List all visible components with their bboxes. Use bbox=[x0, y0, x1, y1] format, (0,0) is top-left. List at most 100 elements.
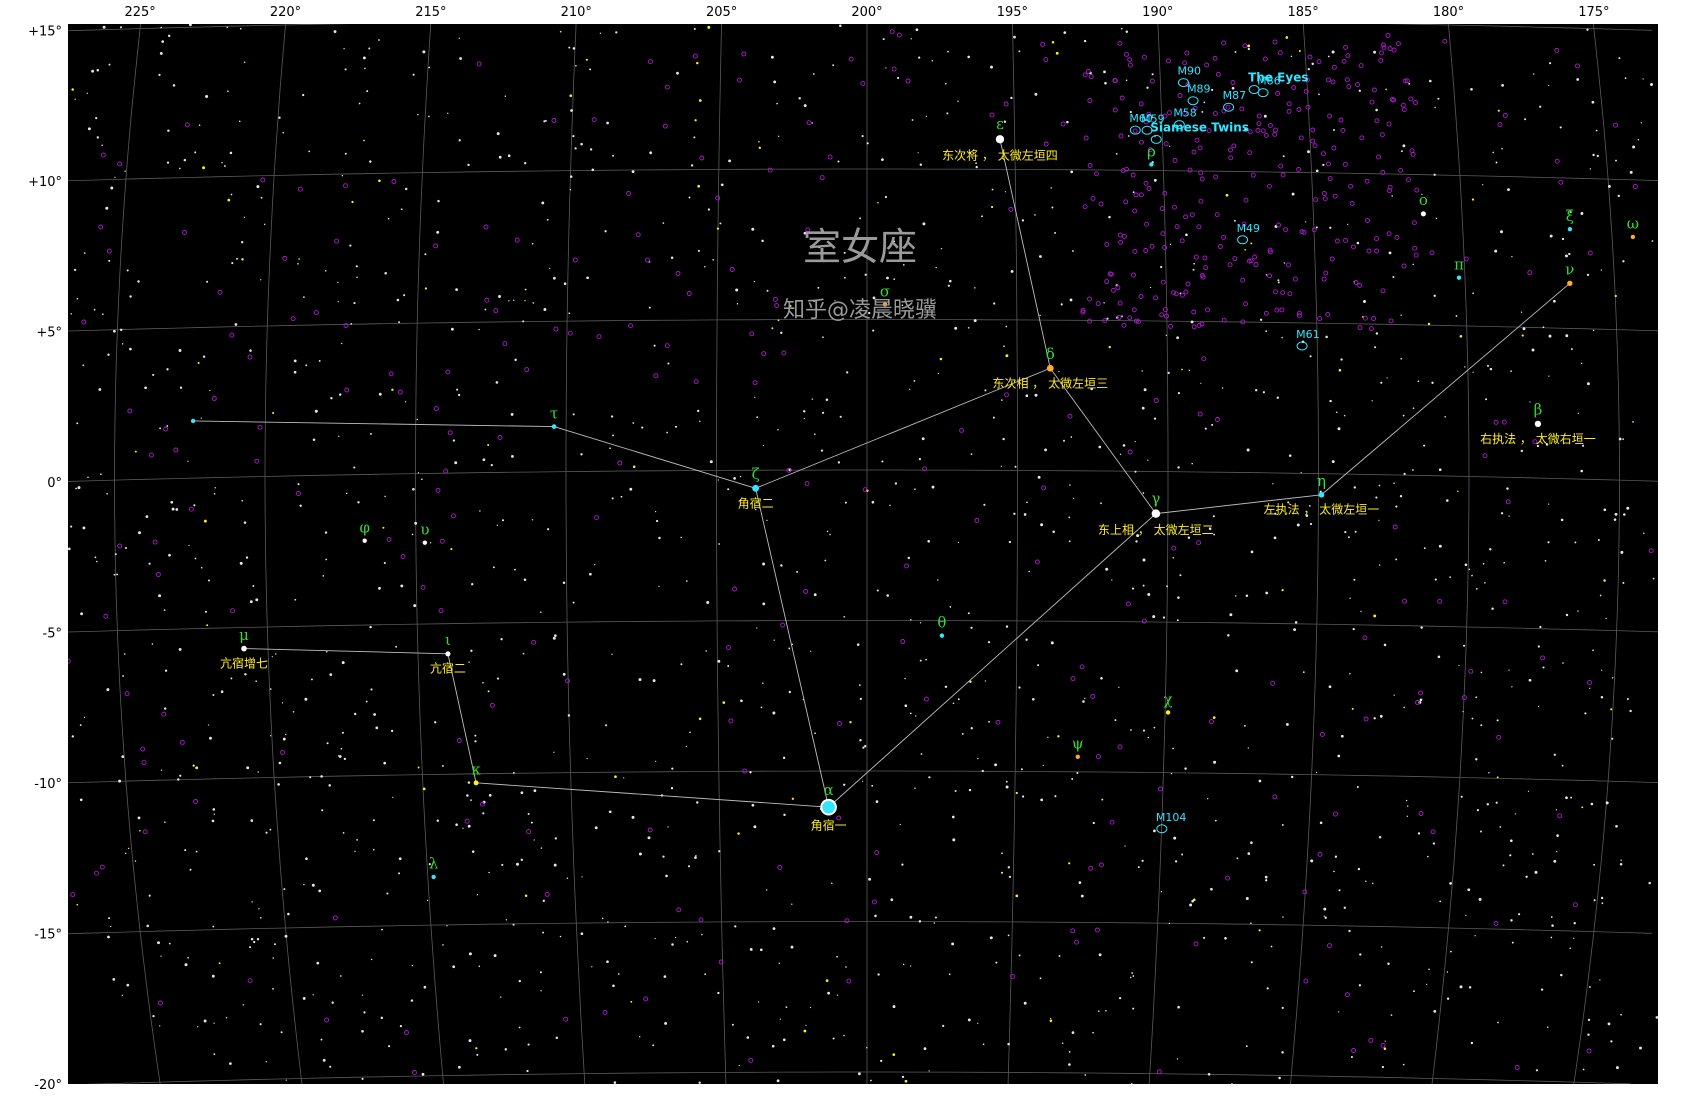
faint-star bbox=[1542, 326, 1545, 329]
faint-star bbox=[353, 466, 356, 469]
faint-star bbox=[82, 364, 85, 367]
faint-star bbox=[1337, 427, 1341, 431]
faint-star bbox=[1142, 492, 1145, 494]
faint-star bbox=[341, 174, 344, 177]
faint-star bbox=[944, 685, 948, 689]
faint-star bbox=[383, 561, 386, 565]
faint-star bbox=[308, 150, 311, 153]
faint-star bbox=[705, 650, 707, 652]
faint-star bbox=[1051, 206, 1054, 209]
faint-star bbox=[1055, 51, 1059, 55]
faint-star bbox=[791, 797, 794, 800]
faint-star bbox=[1559, 126, 1562, 129]
faint-star bbox=[1244, 725, 1246, 727]
faint-star bbox=[589, 572, 592, 576]
faint-star bbox=[981, 769, 984, 773]
faint-star bbox=[487, 690, 490, 693]
faint-star bbox=[202, 355, 206, 358]
faint-star bbox=[1058, 955, 1061, 957]
faint-star bbox=[77, 486, 81, 490]
faint-star bbox=[803, 417, 805, 420]
faint-star bbox=[522, 652, 525, 655]
star-theta bbox=[939, 633, 945, 638]
faint-star bbox=[1363, 300, 1366, 303]
faint-star bbox=[96, 68, 100, 72]
faint-star bbox=[1236, 857, 1239, 860]
faint-star bbox=[772, 927, 776, 930]
faint-star bbox=[562, 672, 566, 676]
faint-star bbox=[706, 601, 710, 604]
faint-star bbox=[1651, 240, 1654, 242]
faint-star bbox=[285, 733, 287, 736]
faint-star bbox=[527, 813, 530, 815]
faint-star bbox=[698, 99, 702, 102]
ra-tick-label: 175° bbox=[1578, 5, 1609, 20]
faint-star bbox=[1104, 81, 1107, 85]
faint-star bbox=[720, 183, 724, 187]
faint-star bbox=[623, 777, 625, 779]
faint-star bbox=[992, 416, 995, 419]
faint-star bbox=[904, 677, 906, 680]
faint-star bbox=[1285, 36, 1289, 39]
faint-star bbox=[207, 724, 210, 726]
faint-star bbox=[1518, 913, 1521, 916]
faint-star bbox=[134, 450, 137, 453]
faint-star bbox=[1132, 191, 1135, 194]
faint-star bbox=[508, 300, 510, 302]
faint-star bbox=[1340, 358, 1343, 361]
faint-star bbox=[498, 155, 502, 159]
faint-star bbox=[204, 610, 208, 613]
faint-star bbox=[1434, 106, 1436, 109]
faint-star bbox=[1071, 250, 1074, 252]
faint-star bbox=[285, 1079, 287, 1081]
faint-star bbox=[134, 860, 137, 862]
faint-star bbox=[1153, 726, 1156, 729]
faint-star bbox=[363, 1011, 366, 1014]
faint-star bbox=[1147, 593, 1151, 596]
faint-star bbox=[1254, 388, 1258, 392]
star-phi bbox=[362, 538, 367, 543]
faint-star bbox=[428, 115, 430, 118]
faint-star bbox=[524, 894, 528, 897]
faint-star bbox=[106, 688, 110, 692]
faint-star bbox=[501, 519, 505, 522]
faint-star bbox=[87, 127, 91, 131]
faint-star bbox=[484, 308, 487, 311]
faint-star bbox=[151, 643, 154, 645]
faint-star bbox=[118, 779, 122, 783]
faint-star bbox=[436, 819, 440, 822]
faint-star bbox=[1309, 522, 1313, 526]
faint-star bbox=[512, 771, 515, 774]
faint-star bbox=[1122, 444, 1126, 447]
faint-star bbox=[1262, 391, 1265, 394]
faint-star bbox=[110, 186, 114, 190]
faint-star bbox=[1191, 462, 1193, 465]
faint-star bbox=[1227, 634, 1230, 637]
faint-star bbox=[568, 312, 571, 315]
faint-star bbox=[70, 525, 73, 528]
faint-star bbox=[1622, 260, 1625, 263]
faint-star bbox=[256, 599, 258, 601]
faint-star bbox=[559, 935, 562, 938]
faint-star bbox=[249, 349, 252, 352]
faint-star bbox=[877, 201, 879, 204]
faint-star bbox=[973, 319, 977, 323]
faint-star bbox=[152, 1014, 155, 1018]
star-beta bbox=[1534, 420, 1542, 428]
faint-star bbox=[1581, 806, 1584, 809]
faint-star bbox=[1039, 255, 1042, 258]
faint-star bbox=[1103, 70, 1106, 74]
faint-star bbox=[1189, 903, 1193, 907]
faint-star bbox=[638, 678, 642, 682]
faint-star bbox=[599, 32, 602, 35]
faint-star bbox=[522, 320, 525, 323]
faint-star bbox=[911, 119, 914, 121]
faint-star bbox=[119, 26, 123, 29]
faint-star bbox=[993, 302, 996, 305]
faint-star bbox=[1393, 482, 1395, 484]
faint-star bbox=[1273, 536, 1277, 540]
faint-star bbox=[1001, 399, 1003, 401]
faint-star bbox=[1302, 671, 1305, 673]
faint-star bbox=[369, 160, 372, 163]
faint-star bbox=[187, 460, 189, 462]
